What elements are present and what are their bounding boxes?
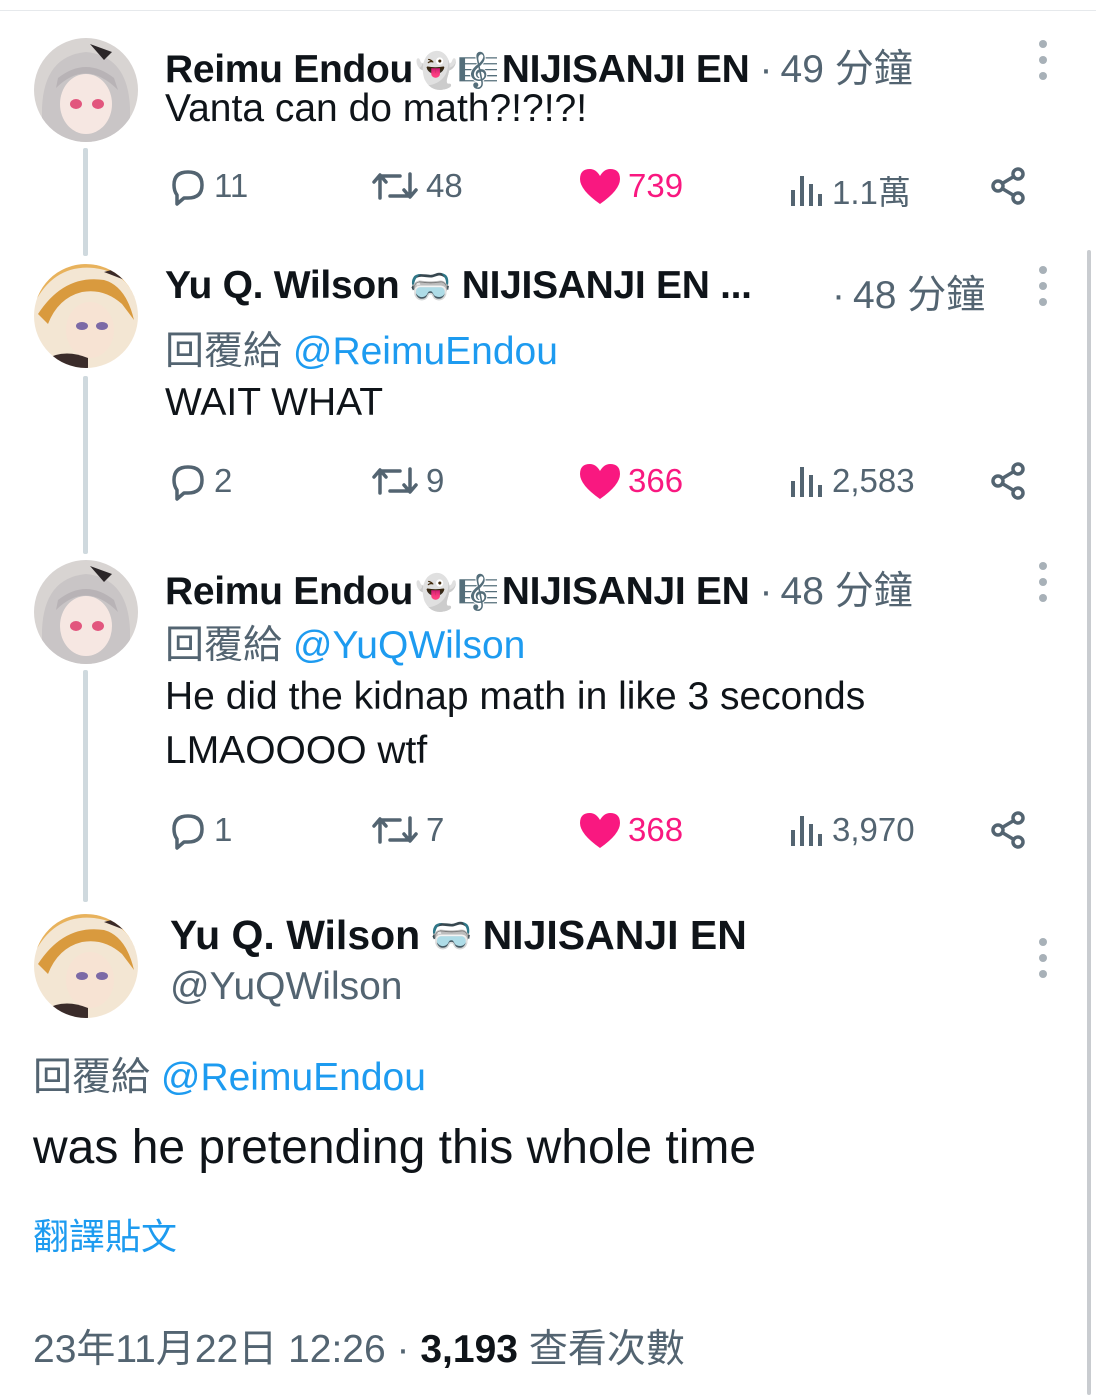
retweet-button[interactable]: 48 xyxy=(370,166,463,206)
tweet-text: WAIT WHAT xyxy=(165,381,384,424)
tweet-header: Reimu Endou 👻🎼 NIJISANJI EN · 48 分鐘 xyxy=(165,560,913,616)
tweet-meta: 23年11月22日 12:26 · 3,193 查看次數 xyxy=(33,1318,685,1374)
like-count: 366 xyxy=(628,462,684,499)
retweet-icon xyxy=(372,172,418,200)
avatar[interactable] xyxy=(34,264,138,368)
share-icon xyxy=(991,462,1025,500)
top-divider xyxy=(0,10,1096,11)
share-button[interactable] xyxy=(988,810,1034,850)
goggles-badge-icon: 🥽 xyxy=(430,916,473,955)
focus-author[interactable]: Yu Q. Wilson 🥽 NIJISANJI EN xyxy=(170,912,747,959)
reply-context: 回覆給 @ReimuEndou xyxy=(33,1046,426,1102)
retweet-count: 48 xyxy=(426,167,463,204)
retweet-count: 9 xyxy=(426,462,445,499)
avatar[interactable] xyxy=(34,914,138,1018)
thread-connector xyxy=(83,670,88,902)
analytics-icon xyxy=(791,176,822,206)
avatar[interactable] xyxy=(34,560,138,664)
ghost-music-badge-icon: 👻🎼 xyxy=(415,574,500,612)
reply-context: 回覆給 @ReimuEndou xyxy=(165,320,558,376)
timestamp[interactable]: 49 分鐘 xyxy=(781,38,913,94)
share-icon xyxy=(991,811,1025,849)
views-button[interactable]: 1.1萬 xyxy=(788,166,911,214)
reply-button[interactable]: 11 xyxy=(168,166,248,206)
view-count[interactable]: 3,193 xyxy=(420,1328,518,1371)
author-org[interactable]: NIJISANJI EN xyxy=(502,570,750,614)
reply-icon xyxy=(172,465,204,501)
mention-link[interactable]: @ReimuEndou xyxy=(161,1056,426,1099)
more-options-icon[interactable] xyxy=(1035,40,1051,80)
share-button[interactable] xyxy=(988,461,1034,501)
separator-dot: · xyxy=(832,274,845,317)
author-org[interactable]: NIJISANJI EN ... xyxy=(462,264,752,308)
reply-count: 2 xyxy=(214,462,233,499)
author-name: Yu Q. Wilson xyxy=(170,912,421,958)
separator-dot: · xyxy=(396,1328,421,1371)
tweet-text: was he pretending this whole time xyxy=(33,1121,757,1174)
author-handle[interactable]: @YuQWilson xyxy=(170,965,403,1009)
goggles-badge-icon: 🥽 xyxy=(409,268,452,306)
tweet-text-line-1: He did the kidnap math in like 3 seconds xyxy=(165,675,866,718)
heart-icon xyxy=(580,169,620,204)
tweet-time: · 48 分鐘 xyxy=(832,264,985,320)
like-count: 739 xyxy=(628,167,684,204)
author-org: NIJISANJI EN xyxy=(482,912,747,958)
author-name[interactable]: Yu Q. Wilson xyxy=(165,264,400,308)
avatar[interactable] xyxy=(34,38,138,142)
view-count: 1.1萬 xyxy=(832,174,911,211)
retweet-button[interactable]: 7 xyxy=(370,810,444,850)
retweet-button[interactable]: 9 xyxy=(370,461,444,501)
more-options-icon[interactable] xyxy=(1035,562,1051,602)
view-count: 2,583 xyxy=(832,462,915,499)
heart-icon xyxy=(580,813,620,848)
reply-prefix: 回覆給 xyxy=(33,1056,151,1099)
views-button[interactable]: 3,970 xyxy=(788,810,915,850)
post-date[interactable]: 23年11月22日 12:26 xyxy=(33,1328,386,1371)
mention-link[interactable]: @YuQWilson xyxy=(293,624,526,667)
more-options-icon[interactable] xyxy=(1035,266,1051,306)
reply-button[interactable]: 2 xyxy=(168,461,232,501)
translate-post-link[interactable]: 翻譯貼文 xyxy=(33,1208,177,1260)
separator-dot: · xyxy=(759,570,773,613)
timestamp[interactable]: 48 分鐘 xyxy=(853,264,985,320)
reply-prefix: 回覆給 xyxy=(165,624,283,667)
analytics-icon xyxy=(791,467,822,497)
views-button[interactable]: 2,583 xyxy=(788,461,915,501)
retweet-count: 7 xyxy=(426,811,445,848)
thread-connector xyxy=(83,376,88,554)
views-label: 查看次數 xyxy=(528,1328,685,1371)
heart-icon xyxy=(580,464,620,499)
scrollbar[interactable] xyxy=(1084,250,1096,1395)
like-button[interactable]: 366 xyxy=(578,461,683,501)
separator-dot: · xyxy=(759,48,773,91)
tweet-text: Vanta can do math?!?!?! xyxy=(165,87,588,130)
like-button[interactable]: 739 xyxy=(578,166,683,206)
share-button[interactable] xyxy=(988,166,1034,206)
reply-prefix: 回覆給 xyxy=(165,330,283,373)
reply-context: 回覆給 @YuQWilson xyxy=(165,614,525,670)
reply-icon xyxy=(172,170,204,206)
tweet-header: Yu Q. Wilson 🥽 NIJISANJI EN ... xyxy=(165,264,752,308)
more-options-icon[interactable] xyxy=(1035,938,1051,978)
reply-count: 11 xyxy=(214,167,249,204)
analytics-icon xyxy=(791,816,822,846)
view-count: 3,970 xyxy=(832,811,915,848)
tweet-text-line-2: LMAOOOO wtf xyxy=(165,729,428,772)
timestamp[interactable]: 48 分鐘 xyxy=(781,560,913,616)
like-count: 368 xyxy=(628,811,684,848)
share-icon xyxy=(991,167,1025,205)
reply-button[interactable]: 1 xyxy=(168,810,232,850)
retweet-icon xyxy=(372,816,418,844)
reply-count: 1 xyxy=(214,811,233,848)
like-button[interactable]: 368 xyxy=(578,810,683,850)
reply-icon xyxy=(172,814,204,850)
retweet-icon xyxy=(372,467,418,495)
scrollbar-thumb[interactable] xyxy=(1087,250,1091,1395)
thread-connector xyxy=(83,148,88,256)
mention-link[interactable]: @ReimuEndou xyxy=(293,330,558,373)
author-name[interactable]: Reimu Endou xyxy=(165,570,413,614)
